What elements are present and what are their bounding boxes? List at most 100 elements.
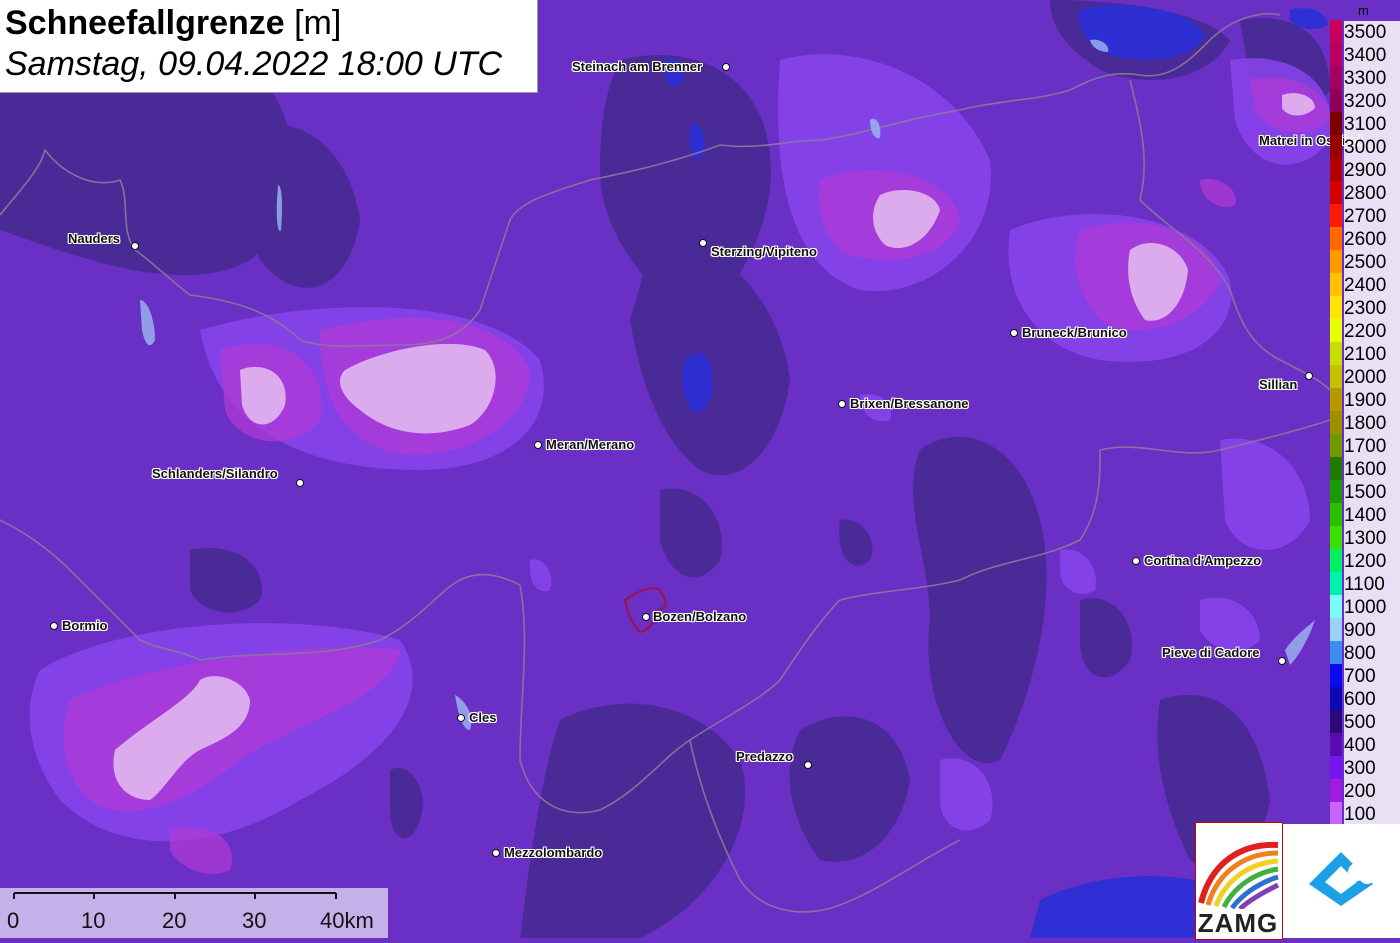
zamg-logo-text: ZAMG: [1197, 908, 1279, 938]
legend-label: 2800: [1344, 182, 1400, 205]
legend-label: 600: [1344, 688, 1400, 711]
legend-swatch: [1330, 733, 1342, 756]
city-label-steinach: Steinach am Brenner: [572, 59, 703, 74]
legend-swatch: [1330, 411, 1342, 434]
scale-label-0: 0: [7, 908, 20, 933]
bruneck-marker-icon: [1010, 329, 1018, 337]
steinach-marker-icon: [722, 63, 730, 71]
scale-label-20: 20: [162, 908, 187, 933]
title-panel: Schneefallgrenze [m] Samstag, 09.04.2022…: [0, 0, 538, 93]
city-label-schlanders: Schlanders/Silandro: [152, 466, 278, 481]
legend-swatch: [1330, 43, 1342, 66]
predazzo-marker-icon: [804, 761, 812, 769]
legend-swatch: [1330, 273, 1342, 296]
legend-label: 1000: [1344, 596, 1400, 619]
legend-swatch: [1330, 365, 1342, 388]
legend-swatch: [1330, 480, 1342, 503]
legend-swatch: [1330, 572, 1342, 595]
legend-swatch: [1330, 250, 1342, 273]
legend-swatch: [1330, 342, 1342, 365]
legend-swatch: [1330, 296, 1342, 319]
legend-label: 1100: [1344, 573, 1400, 596]
legend-label: 3000: [1344, 136, 1400, 159]
city-label-predazzo: Predazzo: [736, 749, 794, 764]
diamond-cloud-icon: [1309, 852, 1375, 906]
legend-label: 3400: [1344, 44, 1400, 67]
legend-label: 1500: [1344, 481, 1400, 504]
legend-label: 500: [1344, 711, 1400, 734]
legend-swatch: [1330, 319, 1342, 342]
legend-swatch: [1330, 503, 1342, 526]
city-label-cles: Cles: [469, 710, 497, 725]
legend-label: 3200: [1344, 90, 1400, 113]
legend-label: 2600: [1344, 228, 1400, 251]
brixen-marker-icon: [838, 400, 846, 408]
legend-swatch: [1330, 181, 1342, 204]
city-label-nauders: Nauders: [68, 231, 121, 246]
weather-logo: [1283, 824, 1400, 938]
city-label-bruneck: Bruneck/Brunico: [1022, 325, 1127, 340]
legend-label: 2100: [1344, 343, 1400, 366]
legend-label: 700: [1344, 665, 1400, 688]
legend-label: 3300: [1344, 67, 1400, 90]
legend-label: 2200: [1344, 320, 1400, 343]
legend-swatch: [1330, 135, 1342, 158]
legend-swatch: [1330, 227, 1342, 250]
legend-swatch: [1330, 20, 1342, 43]
legend-swatch: [1330, 710, 1342, 733]
legend-label: 900: [1344, 619, 1400, 642]
legend-label: 2300: [1344, 297, 1400, 320]
legend-swatch: [1330, 779, 1342, 802]
rainbow-icon: [1198, 841, 1280, 911]
legend-label: 3500: [1344, 21, 1400, 44]
legend-label: 1600: [1344, 458, 1400, 481]
legend-swatch: [1330, 595, 1342, 618]
city-label-sterzing: Sterzing/Vipiteno: [711, 244, 817, 259]
legend-swatch: [1330, 802, 1342, 825]
legend-label: 400: [1344, 734, 1400, 757]
legend-label: 800: [1344, 642, 1400, 665]
legend-label: 300: [1344, 757, 1400, 780]
legend-swatch: [1330, 158, 1342, 181]
city-label-bozen: Bozen/Bolzano: [653, 609, 747, 624]
scale-label-40: 40km: [320, 908, 374, 933]
legend-swatch: [1330, 388, 1342, 411]
city-label-meran: Meran/Merano: [546, 437, 635, 452]
legend-label: 100: [1344, 803, 1400, 826]
legend-label: 1300: [1344, 527, 1400, 550]
color-legend: 3500 3400 3300 3200 3100 3000 2900 2800 2700 2600…: [1330, 0, 1400, 826]
pieve-marker-icon: [1278, 657, 1286, 665]
bormio-marker-icon: [50, 622, 58, 630]
legend-label: 200: [1344, 780, 1400, 803]
sterzing-marker-icon: [699, 239, 707, 247]
legend-swatch: [1330, 664, 1342, 687]
legend-label: 2400: [1344, 274, 1400, 297]
city-label-mezzolombardo: Mezzolombardo: [504, 845, 603, 860]
legend-swatch: [1330, 434, 1342, 457]
city-label-cortina: Cortina d'Ampezzo: [1144, 553, 1262, 568]
legend-label: 2500: [1344, 251, 1400, 274]
legend-label: 3100: [1344, 113, 1400, 136]
legend-label: 2000: [1344, 366, 1400, 389]
legend-label: 1900: [1344, 389, 1400, 412]
scale-label-10: 10: [81, 908, 106, 933]
legend-swatch: [1330, 89, 1342, 112]
legend-swatch: [1330, 526, 1342, 549]
legend-swatch: [1330, 641, 1342, 664]
legend-swatch: [1330, 66, 1342, 89]
legend-swatch: [1330, 549, 1342, 572]
legend-label: 1800: [1344, 412, 1400, 435]
meran-marker-icon: [534, 441, 542, 449]
legend-swatch: [1330, 457, 1342, 480]
legend-label: 2900: [1344, 159, 1400, 182]
legend-label: 1200: [1344, 550, 1400, 573]
nauders-marker-icon: [131, 242, 139, 250]
legend-label: 1400: [1344, 504, 1400, 527]
legend-swatch: [1330, 756, 1342, 779]
legend-swatch: [1330, 618, 1342, 641]
legend-swatch: [1330, 204, 1342, 227]
legend-swatch: [1330, 687, 1342, 710]
schlanders-marker-icon: [296, 479, 304, 487]
legend-swatch: [1330, 112, 1342, 135]
city-label-brixen: Brixen/Bressanone: [850, 396, 969, 411]
